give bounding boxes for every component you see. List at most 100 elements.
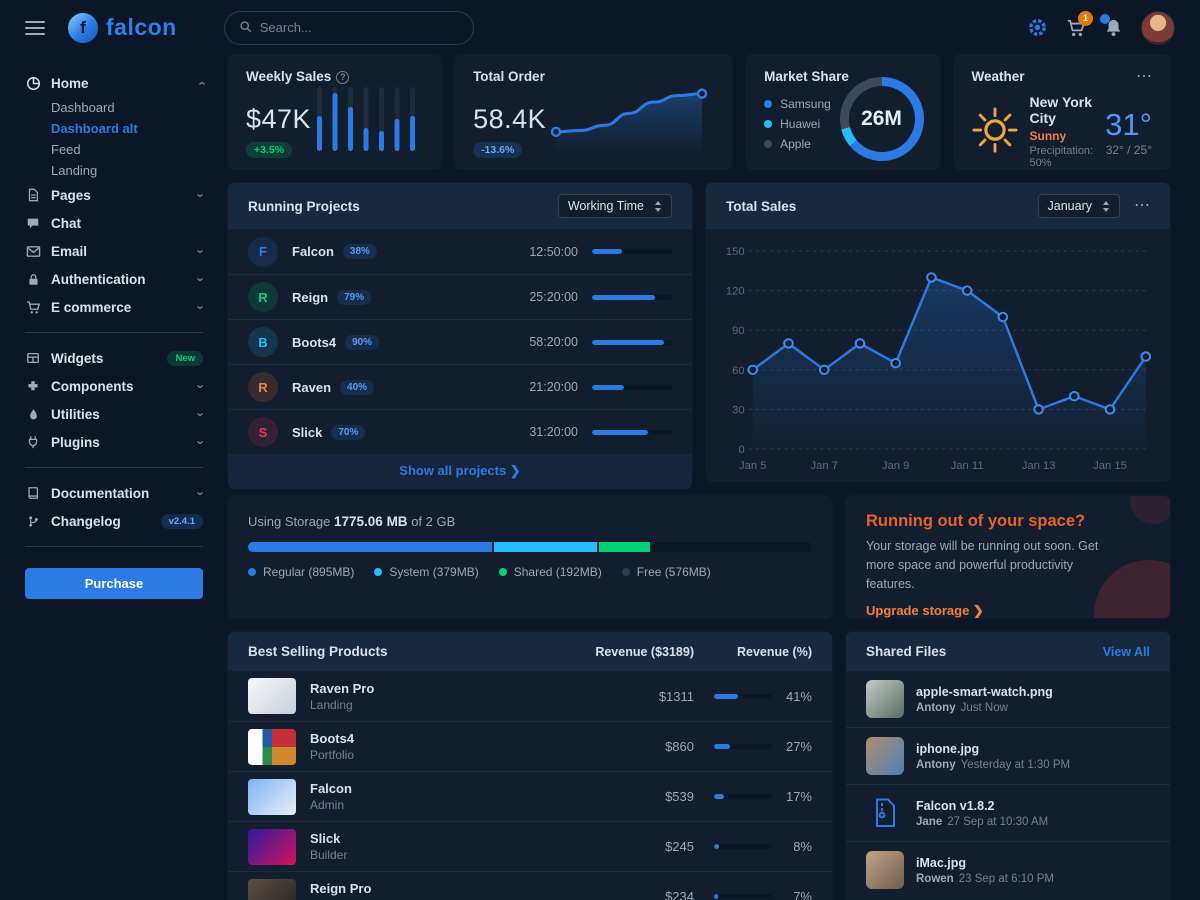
product-revenue: $245: [634, 839, 694, 854]
product-thumbnail: [248, 729, 296, 765]
market-share-card: Market Share SamsungHuaweiApple 26M: [746, 55, 939, 169]
show-all-projects-link[interactable]: Show all projects ❯: [399, 463, 520, 478]
product-name-link[interactable]: Reign Pro: [310, 881, 634, 896]
top-navbar: f falcon 1: [0, 0, 1200, 55]
sidebar-item-widgets[interactable]: WidgetsNew: [25, 344, 203, 372]
product-row: Raven ProLanding$131141%: [228, 671, 832, 721]
sidebar-item-chat[interactable]: Chat: [25, 209, 203, 237]
notifications-button[interactable]: [1104, 18, 1123, 37]
file-name-link[interactable]: iphone.jpg: [916, 742, 1070, 756]
chevron-down-icon: ›: [193, 491, 208, 495]
main-content: Weekly Sales? $47K +3.5% Total Order 58.…: [228, 55, 1170, 900]
sidebar-item-components[interactable]: Components›: [25, 372, 203, 400]
select-arrows-icon: [1102, 201, 1110, 212]
search-bar[interactable]: [224, 11, 474, 45]
sidebar-item-utilities[interactable]: Utilities›: [25, 400, 203, 428]
product-category: Builder: [310, 848, 634, 862]
user-avatar[interactable]: [1141, 11, 1175, 45]
sidebar-badge: v2.4.1: [161, 514, 203, 529]
brand-logo[interactable]: f falcon: [68, 13, 177, 43]
project-name[interactable]: Raven: [292, 380, 331, 395]
month-select[interactable]: January: [1038, 194, 1120, 218]
project-name[interactable]: Boots4: [292, 335, 336, 350]
settings-gear-icon[interactable]: [1027, 17, 1048, 38]
product-name-link[interactable]: Raven Pro: [310, 681, 634, 696]
info-icon[interactable]: ?: [336, 71, 349, 84]
file-name-link[interactable]: iMac.jpg: [916, 856, 1054, 870]
cart-count-badge: 1: [1078, 11, 1093, 26]
plug-icon: [25, 434, 41, 450]
svg-text:Jan 13: Jan 13: [1022, 460, 1056, 472]
book-icon: [25, 485, 41, 501]
project-avatar: R: [248, 372, 278, 402]
product-revenue: $234: [634, 889, 694, 900]
project-time: 31:20:00: [529, 425, 578, 439]
chevron-down-icon: ›: [193, 305, 208, 309]
sidebar-item-email[interactable]: Email›: [25, 237, 203, 265]
product-name-link[interactable]: Boots4: [310, 731, 634, 746]
sidebar-item-documentation[interactable]: Documentation›: [25, 479, 203, 507]
legend-dot: [374, 568, 382, 576]
file-time: Just Now: [961, 702, 1008, 714]
file-row: iMac.jpgRowen23 Sep at 6:10 PM: [846, 841, 1170, 898]
file-meta: AntonyJust Now: [916, 702, 1053, 714]
product-pct: 27%: [772, 739, 812, 754]
product-category: Landing: [310, 698, 634, 712]
product-thumbnail: [248, 879, 296, 900]
space-card-body: Your storage will be running out soon. G…: [866, 537, 1107, 593]
sidebar-item-authentication[interactable]: Authentication›: [25, 265, 203, 293]
best-selling-products-card: Best Selling Products Revenue ($3189) Re…: [228, 632, 832, 900]
sidebar-subitem-dashboard-alt[interactable]: Dashboard alt: [25, 118, 203, 139]
product-name-link[interactable]: Slick: [310, 831, 634, 846]
storage-usage-text: Using Storage 1775.06 MB of 2 GB: [248, 514, 812, 529]
sidebar-subitem-feed[interactable]: Feed: [25, 139, 203, 160]
project-time: 58:20:00: [529, 335, 578, 349]
view-all-link[interactable]: View All: [1103, 645, 1150, 659]
project-name[interactable]: Slick: [292, 425, 322, 440]
sidebar-item-home[interactable]: Home›: [25, 69, 203, 97]
project-name[interactable]: Falcon: [292, 244, 334, 259]
sidebar-item-pages[interactable]: Pages›: [25, 181, 203, 209]
project-name[interactable]: Reign: [292, 290, 328, 305]
sidebar-subitem-landing[interactable]: Landing: [25, 160, 203, 181]
legend-dot: [764, 140, 772, 148]
sidebar-item-label: Authentication: [51, 272, 193, 287]
weather-card: Weather ⋯ New York C: [954, 55, 1170, 169]
working-time-select[interactable]: Working Time: [558, 194, 672, 218]
notification-dot: [1100, 14, 1110, 24]
sidebar-item-label: Pages: [51, 188, 193, 203]
sidebar-item-changelog[interactable]: Changelogv2.4.1: [25, 507, 203, 535]
svg-text:60: 60: [732, 365, 745, 377]
svg-text:0: 0: [738, 444, 744, 456]
sidebar-subitem-dashboard[interactable]: Dashboard: [25, 97, 203, 118]
sidebar-item-plugins[interactable]: Plugins›: [25, 428, 203, 456]
cart-button[interactable]: 1: [1066, 18, 1086, 38]
market-share-donut-chart: 26M: [840, 77, 924, 161]
project-time: 21:20:00: [529, 380, 578, 394]
total-order-card: Total Order 58.4K -13.6%: [455, 55, 732, 169]
product-revenue: $539: [634, 789, 694, 804]
search-input[interactable]: [260, 20, 440, 35]
legend-dot: [622, 568, 630, 576]
svg-text:150: 150: [726, 246, 745, 258]
dots-menu-icon[interactable]: ⋯: [1136, 72, 1152, 82]
storage-segment: [494, 542, 598, 552]
product-name-link[interactable]: Falcon: [310, 781, 634, 796]
upgrade-storage-link[interactable]: Upgrade storage ❯: [866, 603, 984, 618]
storage-legend-item: Regular (895MB): [248, 565, 354, 579]
chart-pie-icon: [25, 75, 41, 91]
product-pct: 8%: [772, 839, 812, 854]
file-name-link[interactable]: apple-smart-watch.png: [916, 685, 1053, 699]
sidebar-item-e-commerce[interactable]: E commerce›: [25, 293, 203, 321]
file-meta: Jane27 Sep at 10:30 AM: [916, 816, 1048, 828]
legend-label: Apple: [780, 137, 811, 151]
product-category: Portfolio: [310, 748, 634, 762]
file-name-link[interactable]: Falcon v1.8.2: [916, 799, 1048, 813]
chevron-down-icon: ›: [193, 440, 208, 444]
sidebar-item-label: Home: [51, 76, 193, 91]
dots-menu-icon[interactable]: ⋯: [1134, 201, 1150, 211]
purchase-button[interactable]: Purchase: [25, 568, 203, 599]
sidebar-item-label: Email: [51, 244, 193, 259]
project-progress-bar: [592, 295, 672, 300]
menu-icon[interactable]: [25, 21, 45, 35]
